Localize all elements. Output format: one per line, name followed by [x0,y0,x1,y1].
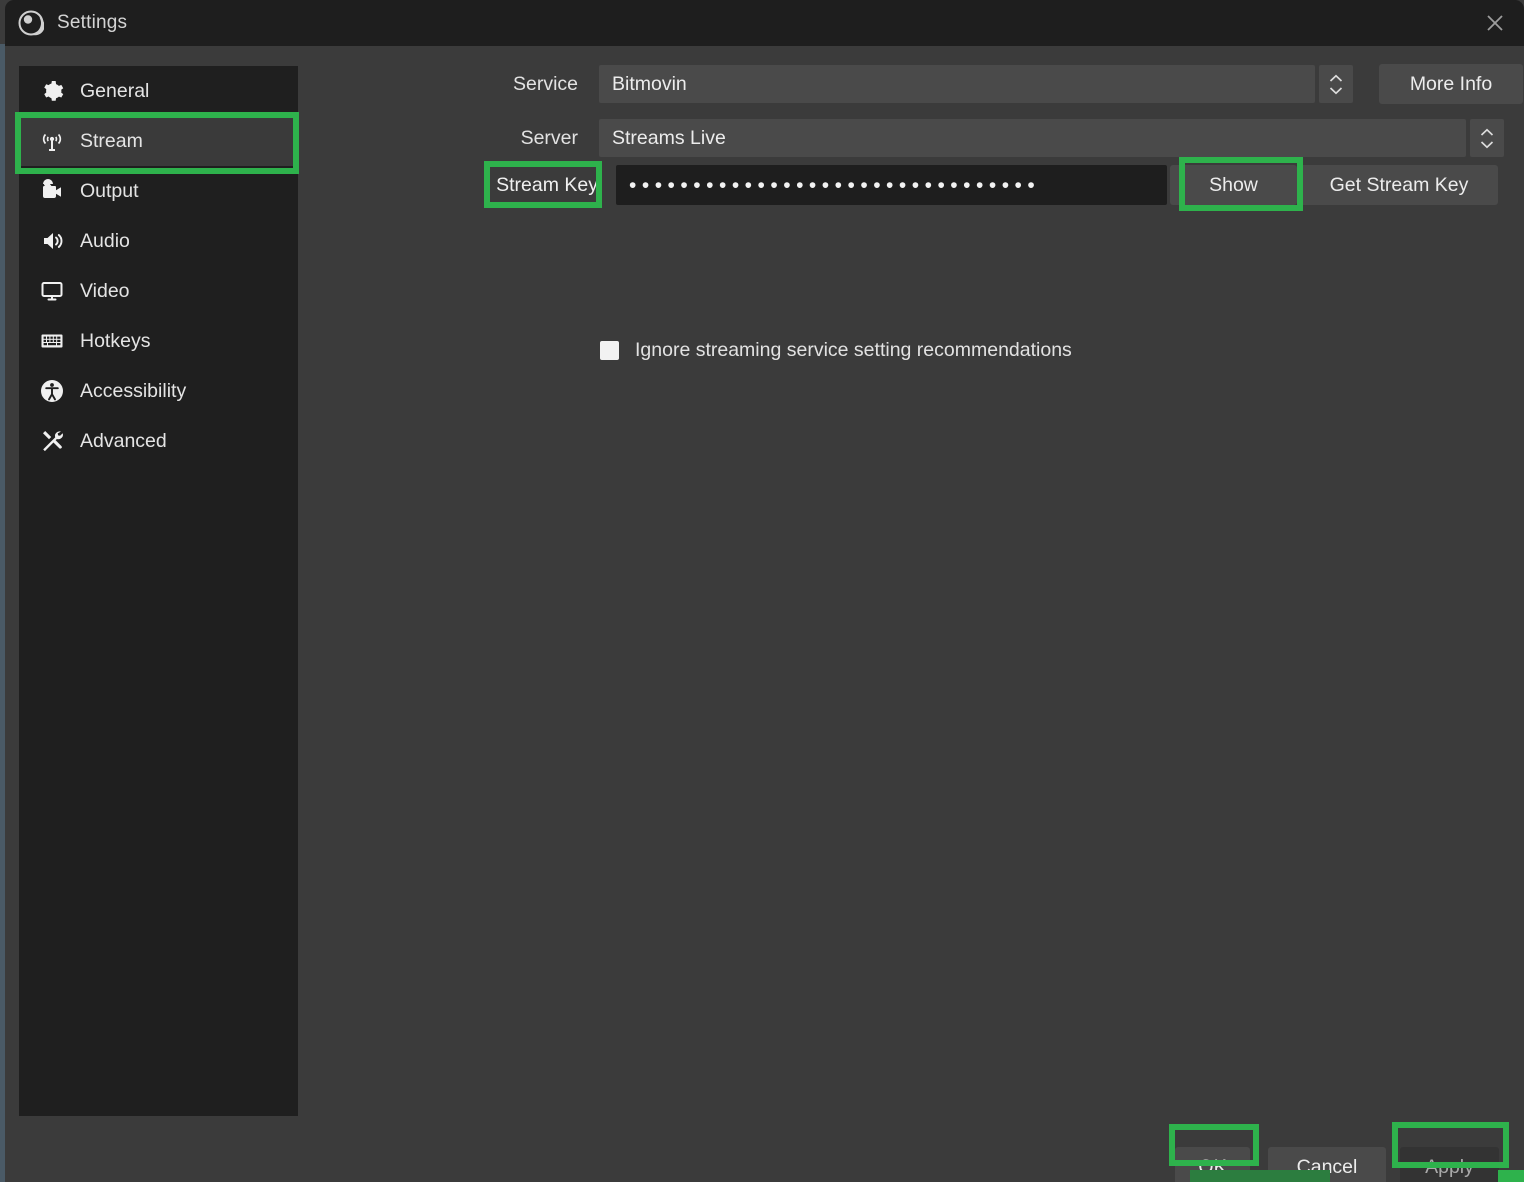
server-stepper[interactable] [1470,119,1504,157]
server-row: Server Streams Live [498,119,1524,157]
ignore-recommendations-row[interactable]: Ignore streaming service setting recomme… [600,339,1072,362]
ignore-recommendations-checkbox[interactable] [600,341,619,360]
stream-key-row: Stream Key •••••••••••••••••••••••••••••… [488,165,1524,205]
title-bar: Settings [5,0,1524,46]
service-select[interactable]: Bitmovin [599,65,1315,103]
show-stream-key-button[interactable]: Show [1170,165,1297,205]
apply-button[interactable]: Apply [1400,1147,1499,1182]
sidebar-item-label: Accessibility [80,379,187,402]
sidebar-item-label: Advanced [80,429,167,452]
background-window-sliver-right [1498,1170,1524,1182]
service-label: Service [512,72,578,95]
obs-logo-icon [18,10,45,36]
sidebar-item-label: Output [80,179,139,202]
monitor-icon [39,278,65,304]
accessibility-icon [39,378,65,404]
stream-key-input[interactable]: •••••••••••••••••••••••••••••••• [616,165,1167,205]
service-stepper[interactable] [1319,65,1353,103]
video-camera-icon [39,178,65,204]
sidebar-item-label: General [80,79,150,102]
sidebar-item-hotkeys[interactable]: Hotkeys [19,316,298,366]
settings-window: Settings General Stream Output Audio Vid… [0,0,1524,1182]
gear-icon [39,78,65,104]
sidebar-item-general[interactable]: General [19,66,298,116]
sidebar-item-label: Video [80,279,130,302]
sidebar-item-stream[interactable]: Stream [19,116,298,166]
ignore-recommendations-label: Ignore streaming service setting recomme… [635,339,1072,361]
server-label: Server [520,126,578,149]
service-row: Service Bitmovin More Info [498,64,1524,104]
more-info-button[interactable]: More Info [1379,64,1523,104]
stream-key-label: Stream Key [496,173,598,196]
sidebar-item-video[interactable]: Video [19,266,298,316]
sidebar-item-advanced[interactable]: Advanced [19,416,298,466]
window-left-edge [0,44,5,1182]
keyboard-icon [39,328,65,354]
sidebar-item-label: Stream [80,129,143,152]
service-value: Bitmovin [612,72,687,95]
tools-icon [39,428,65,454]
speaker-icon [39,228,65,254]
stream-key-masked-value: •••••••••••••••••••••••••••••••• [629,173,1041,197]
sidebar-item-label: Hotkeys [80,329,151,352]
sidebar-item-audio[interactable]: Audio [19,216,298,266]
get-stream-key-button[interactable]: Get Stream Key [1300,165,1498,205]
window-title: Settings [57,12,128,33]
server-value: Streams Live [612,126,726,149]
background-window-sliver [1190,1170,1330,1182]
server-select[interactable]: Streams Live [599,119,1466,157]
sidebar-item-accessibility[interactable]: Accessibility [19,366,298,416]
sidebar-item-output[interactable]: Output [19,166,298,216]
close-icon[interactable] [1466,0,1524,46]
settings-sidebar: General Stream Output Audio Video Hotkey… [19,66,298,1116]
broadcast-icon [39,128,65,154]
sidebar-item-label: Audio [80,229,130,252]
settings-main-panel: Service Bitmovin More Info Server Stream… [298,46,1524,1182]
